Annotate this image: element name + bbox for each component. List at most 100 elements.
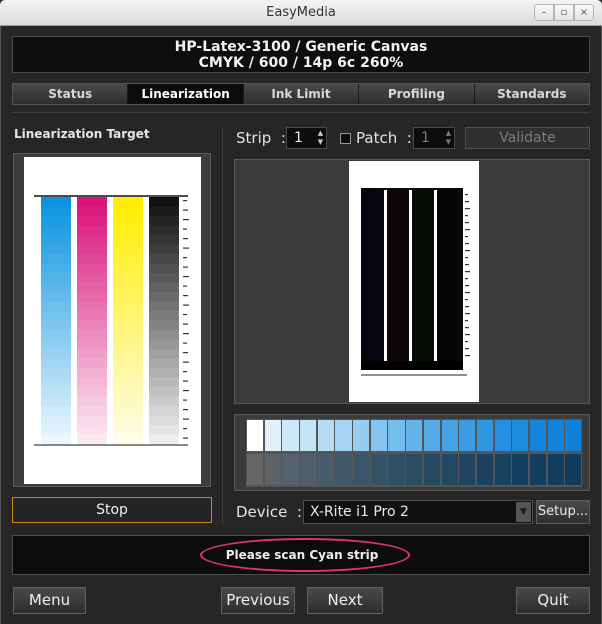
swatch-reference [316, 453, 335, 486]
swatch-measured [281, 419, 300, 452]
target-label-mark [183, 342, 187, 344]
patch-checkbox[interactable] [340, 133, 351, 144]
target-label-mark [183, 266, 188, 268]
target-patch [41, 425, 71, 435]
target-patch [77, 415, 107, 426]
target-label-mark [183, 428, 187, 430]
target-patch [149, 216, 179, 226]
target-label-mark [183, 209, 188, 211]
chevron-down-icon[interactable]: ▼ [516, 502, 531, 522]
target-patch [41, 235, 71, 245]
strip-stepper[interactable]: 1 ▲ ▼ [286, 127, 327, 149]
target-label-mark [183, 409, 188, 411]
swatch-measured [528, 419, 548, 452]
target-patch [41, 415, 71, 426]
maximize-button[interactable]: ▫ [554, 4, 574, 21]
patch-stepper[interactable]: 1 ▲ ▼ [413, 127, 455, 149]
target-patch [41, 273, 71, 283]
strip-label-mark [465, 334, 470, 336]
target-label-mark [183, 295, 188, 297]
target-patch [149, 263, 179, 274]
device-select[interactable]: X-Rite i1 Pro 2 ▼ [303, 500, 533, 524]
strip-label-mark [465, 292, 470, 294]
strip-column-black [438, 190, 458, 368]
status-bar: Please scan Cyan strip [12, 535, 590, 575]
target-patch [77, 244, 107, 255]
target-patch [113, 415, 143, 426]
target-patch [113, 263, 143, 274]
validate-button[interactable]: Validate [465, 127, 590, 149]
target-patch [77, 339, 107, 350]
previous-button[interactable]: Previous [221, 587, 295, 614]
swatch-measured [387, 419, 406, 452]
window-titlebar: EasyMedia – ▫ × [0, 0, 602, 26]
target-patch [41, 301, 71, 312]
strip-label-mark [465, 201, 469, 203]
swatch-reference [440, 453, 459, 486]
target-patch [149, 415, 179, 426]
swatch-reference [369, 453, 388, 486]
setup-button[interactable]: Setup... [536, 500, 590, 524]
target-patch [41, 377, 71, 388]
target-patch [113, 434, 143, 445]
swatch-reference [281, 453, 300, 486]
close-button[interactable]: × [574, 4, 594, 21]
target-patch [113, 349, 143, 359]
target-patch [77, 263, 107, 274]
menu-button[interactable]: Menu [13, 587, 86, 614]
window-client-area: HP-Latex-3100 / Generic Canvas CMYK / 60… [0, 26, 602, 624]
strip-label-mark [465, 243, 469, 245]
tab-standards[interactable]: Standards [474, 84, 590, 104]
stepper-arrows-icon[interactable]: ▲ ▼ [316, 129, 325, 147]
target-patch [149, 349, 179, 359]
swatch-measured [352, 419, 371, 452]
device-select-value: X-Rite i1 Pro 2 [310, 504, 409, 520]
swatch-measured [475, 419, 495, 452]
target-patch [77, 197, 107, 207]
target-patch [41, 330, 71, 340]
window-title: EasyMedia [266, 5, 336, 20]
target-label-mark [183, 437, 188, 439]
target-label-mark [183, 228, 187, 230]
tab-profiling[interactable]: Profiling [359, 84, 475, 104]
target-patch [77, 358, 107, 369]
quit-button[interactable]: Quit [516, 587, 590, 614]
tab-linearization[interactable]: Linearization [128, 84, 244, 104]
strip-label-mark [465, 313, 470, 315]
swatch-measured [405, 419, 424, 452]
strip-label-mark [465, 257, 468, 259]
target-label-mark [183, 285, 187, 287]
target-label-mark [183, 304, 189, 306]
target-patch [77, 368, 107, 378]
swatch-measured [440, 419, 459, 452]
strip-column-yellow [413, 190, 433, 368]
strip-label-mark [465, 285, 469, 287]
swatch-measured [316, 419, 335, 452]
strip-label: Strip : [236, 129, 286, 147]
swatch-reference [458, 453, 477, 486]
target-patch [149, 406, 179, 416]
stop-button[interactable]: Stop [12, 497, 212, 523]
target-label-mark [183, 276, 189, 278]
stepper-arrows-icon[interactable]: ▲ ▼ [444, 129, 453, 147]
target-patch [113, 406, 143, 416]
target-patch [41, 244, 71, 255]
tab-ink-limit[interactable]: Ink Limit [243, 84, 360, 104]
target-chart-page [24, 157, 201, 484]
target-patch [77, 206, 107, 217]
patch-value: 1 [421, 130, 430, 146]
swatch-measured [546, 419, 565, 452]
swatch-measured [422, 419, 441, 452]
target-patch [77, 225, 107, 236]
swatch-reference [263, 453, 282, 486]
target-patch [41, 320, 71, 331]
strip-label-mark [465, 264, 469, 266]
minimize-button[interactable]: – [534, 4, 554, 21]
target-patch [113, 292, 143, 302]
next-button[interactable]: Next [307, 587, 383, 614]
target-patch [41, 263, 71, 274]
target-patch [149, 235, 179, 245]
tab-status[interactable]: Status [13, 84, 129, 104]
target-patch [77, 254, 107, 264]
target-patch [77, 349, 107, 359]
